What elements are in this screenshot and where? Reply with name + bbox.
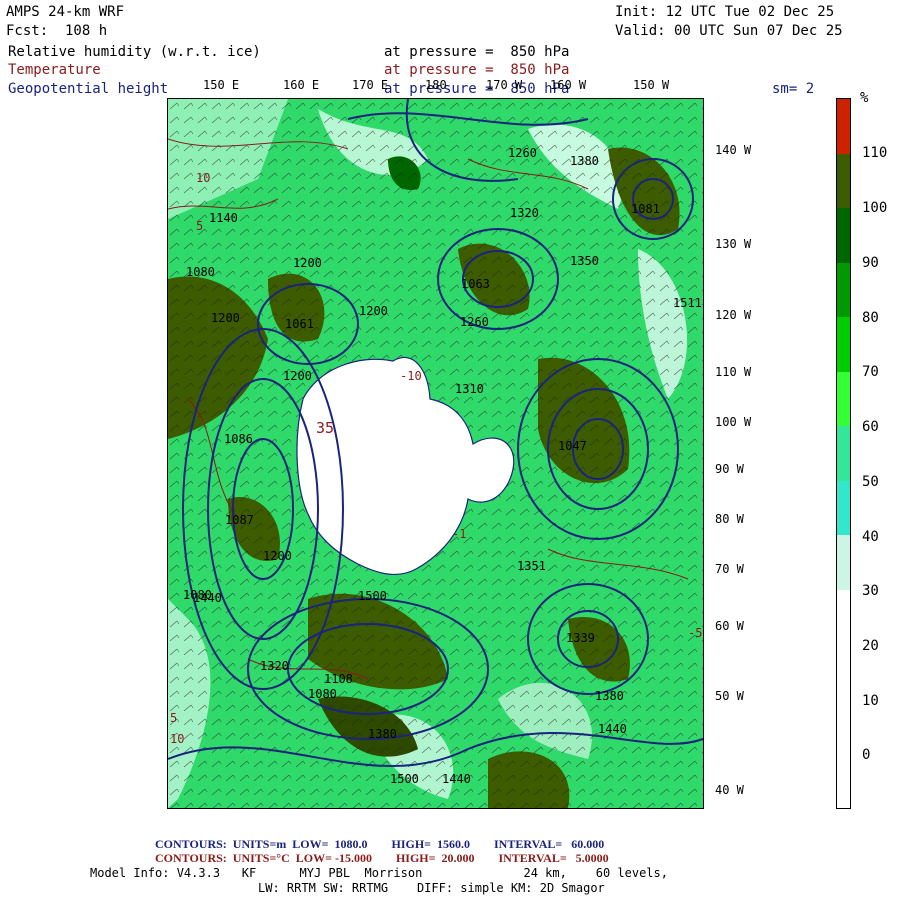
height-center-label: 1108 bbox=[324, 672, 353, 686]
height-center-label: 1047 bbox=[558, 439, 587, 453]
legend-swatch bbox=[837, 699, 850, 754]
footer-physics: LW: RRTM SW: RRTMG DIFF: simple KM: 2D S… bbox=[258, 881, 605, 895]
legend-swatch bbox=[837, 372, 850, 426]
legend-tick: 20 bbox=[862, 638, 879, 654]
height-center-label: 1339 bbox=[566, 631, 595, 645]
legend-tick: 100 bbox=[862, 200, 888, 216]
height-center-label: 1351 bbox=[517, 559, 546, 573]
legend-tick: 40 bbox=[862, 529, 879, 545]
lon-label-right: 50 W bbox=[715, 689, 744, 703]
lon-label-right: 80 W bbox=[715, 512, 744, 526]
legend-swatch bbox=[837, 535, 850, 590]
legend-swatch bbox=[837, 208, 850, 263]
field-rh-level: at pressure = 850 hPa bbox=[384, 44, 570, 60]
lon-label-right: 90 W bbox=[715, 462, 744, 476]
height-label: 1440 bbox=[442, 772, 471, 786]
height-label: 1080 bbox=[308, 687, 337, 701]
lon-label-top: 160 W bbox=[550, 78, 587, 92]
field-temp-level: at pressure = 850 hPa bbox=[384, 62, 570, 78]
height-center-label: 1087 bbox=[225, 513, 254, 527]
field-height-level: at pressure = 850 hPa bbox=[384, 81, 570, 97]
lon-label-right: 110 W bbox=[715, 365, 752, 379]
temp-label: -10 bbox=[400, 369, 422, 383]
temp-label: -5 bbox=[688, 626, 703, 640]
height-label: 1320 bbox=[510, 206, 539, 220]
legend-tick: 110 bbox=[862, 145, 888, 161]
init-time: Init: 12 UTC Tue 02 Dec 25 bbox=[615, 4, 835, 20]
height-label: 1500 bbox=[390, 772, 419, 786]
legend-tick: 0 bbox=[862, 747, 871, 763]
lon-label-right: 120 W bbox=[715, 308, 752, 322]
lon-label-right: 60 W bbox=[715, 619, 744, 633]
height-label: 1260 bbox=[460, 315, 489, 329]
legend-unit: % bbox=[860, 90, 869, 106]
height-center-label: 1081 bbox=[631, 202, 660, 216]
temp-label: 10 bbox=[170, 732, 185, 746]
valid-time: Valid: 00 UTC Sun 07 Dec 25 bbox=[615, 23, 843, 39]
height-label: 1140 bbox=[209, 211, 238, 225]
lon-label-top: 150 W bbox=[633, 78, 670, 92]
footer-model-info: Model Info: V4.3.3 KF MYJ PBL Morrison 2… bbox=[90, 866, 668, 880]
temp-label: 35 bbox=[316, 419, 335, 437]
lon-label-top: 170 E bbox=[352, 78, 389, 92]
field-height-title: Geopotential height bbox=[8, 81, 169, 97]
lon-label-right: 100 W bbox=[715, 415, 752, 429]
height-center-label: 1063 bbox=[461, 277, 490, 291]
height-label: 1200 bbox=[263, 549, 292, 563]
height-label: 1380 bbox=[595, 689, 624, 703]
height-label: 1380 bbox=[368, 727, 397, 741]
map-panel: 1500 1260 1200 1080 1200 1200 1320 1350 … bbox=[167, 98, 704, 809]
legend-swatch bbox=[837, 154, 850, 208]
height-label: 1200 bbox=[359, 304, 388, 318]
legend-swatch bbox=[837, 317, 850, 372]
lon-label-top: 180 bbox=[425, 78, 447, 92]
lon-label-right: 40 W bbox=[715, 783, 744, 797]
legend-swatch bbox=[837, 644, 850, 699]
temp-label: -1 bbox=[452, 527, 467, 541]
legend-tick: 80 bbox=[862, 310, 879, 326]
height-center-label: 1086 bbox=[224, 432, 253, 446]
lon-label-right: 130 W bbox=[715, 237, 752, 251]
height-label: 1200 bbox=[283, 369, 312, 383]
height-label: 1200 bbox=[211, 311, 240, 325]
legend-swatch bbox=[837, 99, 850, 154]
legend-tick: 30 bbox=[862, 583, 879, 599]
lon-label-top: 160 E bbox=[283, 78, 320, 92]
height-label: 1320 bbox=[260, 659, 289, 673]
height-label: 1500 bbox=[358, 589, 387, 603]
color-legend bbox=[836, 98, 851, 809]
temp-label: 10 bbox=[196, 171, 211, 185]
lon-label-top: 170 W bbox=[486, 78, 523, 92]
legend-tick: 60 bbox=[862, 419, 879, 435]
lon-label-top: 150 E bbox=[203, 78, 240, 92]
height-label: 1350 bbox=[570, 254, 599, 268]
lon-label-right: 140 W bbox=[715, 143, 752, 157]
lon-label-right: 70 W bbox=[715, 562, 744, 576]
height-label: 1440 bbox=[193, 591, 222, 605]
footer-temp-contours: CONTOURS: UNITS=°C LOW= -15.000 HIGH= 20… bbox=[155, 851, 609, 865]
height-label: 1080 bbox=[186, 265, 215, 279]
height-label: 1440 bbox=[598, 722, 627, 736]
height-center-label: 1061 bbox=[285, 317, 314, 331]
field-temp-title: Temperature bbox=[8, 62, 101, 78]
legend-tick: 50 bbox=[862, 474, 879, 490]
model-title: AMPS 24-km WRF bbox=[6, 4, 125, 20]
legend-swatch bbox=[837, 426, 850, 481]
legend-tick: 90 bbox=[862, 255, 879, 271]
height-center-label: 1511 bbox=[673, 296, 702, 310]
legend-tick: 70 bbox=[862, 364, 879, 380]
smoothing-label: sm= 2 bbox=[772, 81, 815, 97]
field-rh-title: Relative humidity (w.r.t. ice) bbox=[8, 44, 261, 60]
temp-label: 5 bbox=[170, 711, 178, 725]
forecast-hour: Fcst: 108 h bbox=[6, 23, 108, 39]
legend-swatch bbox=[837, 481, 850, 535]
legend-swatch bbox=[837, 263, 850, 317]
height-label: 1260 bbox=[508, 146, 537, 160]
temp-label: 5 bbox=[196, 219, 204, 233]
legend-tick: 10 bbox=[862, 693, 879, 709]
height-center-label: 1310 bbox=[455, 382, 484, 396]
legend-swatch bbox=[837, 590, 850, 644]
height-label: 1200 bbox=[293, 256, 322, 270]
height-label: 1380 bbox=[570, 154, 599, 168]
